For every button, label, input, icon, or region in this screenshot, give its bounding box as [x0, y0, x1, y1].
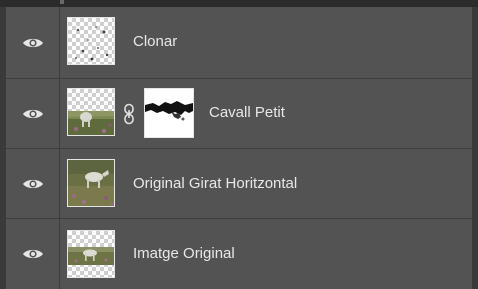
visibility-toggle[interactable]: [6, 149, 60, 218]
layer-name[interactable]: Clonar: [133, 33, 177, 51]
layer-row-cavall-petit[interactable]: Cavall Petit: [6, 79, 472, 149]
layer-row-clonar[interactable]: Clonar: [6, 7, 472, 79]
visibility-toggle[interactable]: [6, 7, 60, 78]
layer-thumbnail[interactable]: [67, 230, 115, 278]
layers-panel: Clonar Cavall Petit Original Girat Horit…: [0, 0, 478, 289]
layer-row-imatge-original[interactable]: Imatge Original: [6, 219, 472, 289]
layer-name[interactable]: Original Girat Horitzontal: [133, 175, 297, 193]
eye-icon: [22, 179, 43, 188]
visibility-toggle[interactable]: [6, 79, 60, 148]
eye-icon: [22, 38, 43, 47]
panel-right-edge: [472, 7, 478, 289]
chain-link-icon[interactable]: [122, 103, 136, 125]
layer-thumbnail[interactable]: [67, 159, 115, 207]
layer-thumbnail[interactable]: [67, 88, 115, 136]
eye-icon: [22, 249, 43, 259]
top-bar-handle[interactable]: [60, 0, 64, 4]
layer-mask-thumbnail[interactable]: [144, 88, 194, 138]
layer-thumbnail[interactable]: [67, 17, 115, 65]
visibility-toggle[interactable]: [6, 219, 60, 289]
eye-icon: [22, 109, 43, 118]
layer-name[interactable]: Imatge Original: [133, 245, 235, 263]
layer-row-original-girat-horitzontal[interactable]: Original Girat Horitzontal: [6, 149, 472, 219]
panel-top-bar: [0, 0, 478, 7]
layer-name[interactable]: Cavall Petit: [209, 104, 285, 122]
